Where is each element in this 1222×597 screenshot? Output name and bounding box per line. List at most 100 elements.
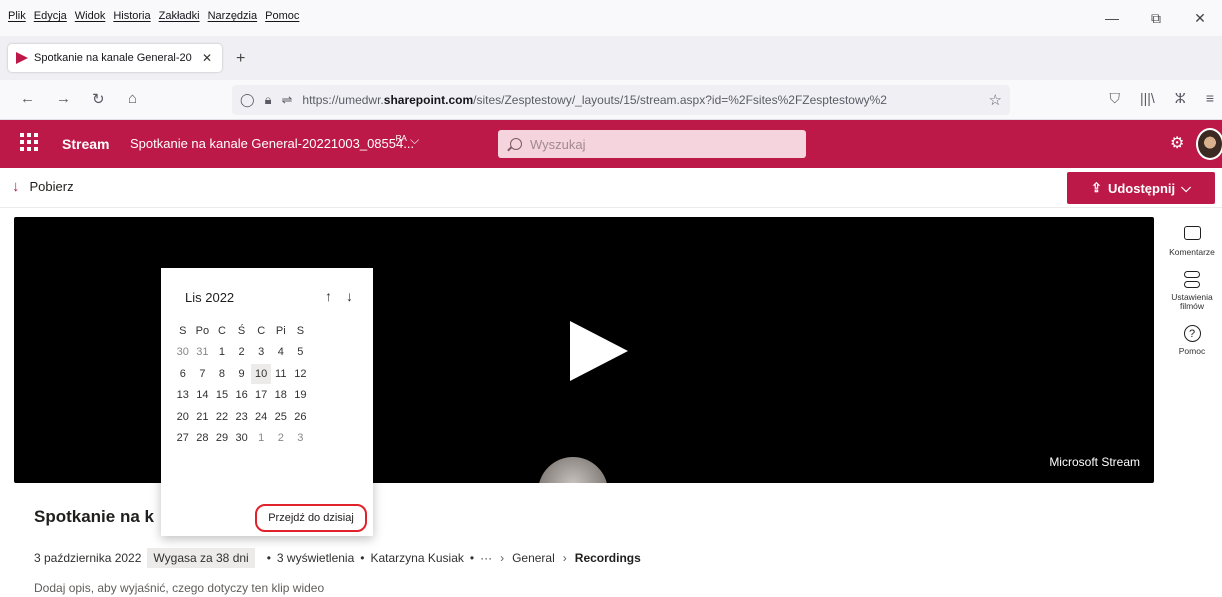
calendar-navigation: ↑ ↓	[325, 288, 353, 304]
browser-tab[interactable]: Spotkanie na kanale General-20 ✕	[8, 44, 222, 72]
extension-icon[interactable]: ⵣ	[1175, 90, 1186, 107]
hamburger-menu-icon[interactable]: ≡	[1206, 90, 1214, 107]
video-metadata: 3 października 2022 Wygasa za 38 dni • 3…	[34, 548, 641, 568]
calendar-day[interactable]: 6	[173, 368, 193, 380]
more-options-icon[interactable]: ···	[480, 551, 492, 565]
expiry-badge[interactable]: Wygasa za 38 dni	[147, 548, 255, 568]
menu-item-bookmarks[interactable]: Zakładki	[159, 10, 200, 22]
page-title: Spotkanie na k	[34, 507, 154, 526]
lock-icon[interactable]: 🔒︎	[265, 92, 272, 108]
view-count: 3 wyświetlenia	[276, 551, 355, 565]
calendar-day[interactable]: 28	[193, 432, 213, 444]
calendar-day[interactable]: 9	[232, 368, 252, 380]
video-watermark: Microsoft Stream	[1049, 455, 1140, 469]
back-icon[interactable]: ←	[20, 90, 35, 107]
download-button[interactable]: ↓ Pobierz	[12, 178, 74, 195]
help-button[interactable]: ? Pomoc	[1162, 325, 1222, 356]
calendar-day[interactable]: 12	[291, 368, 311, 380]
tab-close-icon[interactable]: ✕	[200, 51, 214, 65]
comment-icon	[1183, 226, 1201, 240]
help-icon: ?	[1183, 325, 1201, 342]
calendar-day[interactable]: 21	[193, 411, 213, 423]
download-label: Pobierz	[29, 179, 74, 194]
calendar-day[interactable]: 20	[173, 411, 193, 423]
shield-icon[interactable]: ◯	[240, 92, 255, 108]
app-launcher-icon[interactable]	[20, 133, 38, 151]
calendar-day[interactable]: 1	[212, 346, 232, 358]
calendar-day[interactable]: 25	[271, 411, 291, 423]
calendar-day-today[interactable]: 10	[251, 363, 271, 384]
share-label: Udostępnij	[1107, 180, 1176, 196]
calendar-day[interactable]: 13	[173, 389, 193, 401]
bookmark-star-icon[interactable]: ☆	[989, 91, 1002, 109]
permissions-icon[interactable]: ⇌	[281, 92, 292, 108]
next-month-icon[interactable]: ↓	[346, 288, 353, 304]
pocket-icon[interactable]: ⛉	[1109, 90, 1120, 107]
calendar-day[interactable]: 3	[291, 432, 311, 444]
chevron-right-icon: ›	[562, 551, 567, 565]
weekday-label: S	[179, 324, 187, 337]
menu-item-edit[interactable]: Edycja	[34, 10, 67, 22]
play-icon[interactable]	[570, 321, 628, 381]
calendar-day[interactable]: 1	[251, 432, 271, 444]
weekday-label: C	[218, 324, 226, 337]
calendar-day[interactable]: 17	[251, 389, 271, 401]
calendar-day[interactable]: 5	[291, 346, 311, 358]
calendar-day[interactable]: 23	[232, 411, 252, 423]
description-placeholder[interactable]: Dodaj opis, aby wyjaśnić, czego dotyczy …	[34, 581, 324, 595]
menu-item-view[interactable]: Widok	[75, 10, 106, 22]
forward-icon[interactable]: →	[56, 90, 71, 107]
share-button[interactable]: ⇪ Udostępnij ⌵	[1067, 172, 1215, 204]
previous-month-icon[interactable]: ↑	[325, 288, 332, 304]
calendar-day[interactable]: 16	[232, 389, 252, 401]
calendar-day[interactable]: 18	[271, 389, 291, 401]
calendar-day[interactable]: 15	[212, 389, 232, 401]
breadcrumb-recordings[interactable]: Recordings	[575, 551, 641, 565]
calendar-day[interactable]: 7	[193, 368, 213, 380]
permissions-dropdown-icon[interactable]: ᴿᴬ ⌵	[396, 133, 419, 148]
calendar-day[interactable]: 3	[251, 346, 271, 358]
search-input[interactable]	[530, 136, 780, 152]
comments-button[interactable]: Komentarze	[1162, 226, 1222, 257]
calendar-day[interactable]: 11	[271, 368, 291, 380]
breadcrumb-general[interactable]: General	[512, 551, 555, 565]
calendar-month-label[interactable]: Lis 2022	[185, 290, 234, 305]
reload-icon[interactable]: ↻	[92, 90, 105, 108]
go-to-today-button[interactable]: Przejdź do dzisiaj	[255, 504, 367, 532]
menu-item-history[interactable]: Historia	[113, 10, 150, 22]
calendar-day[interactable]: 30	[173, 346, 193, 358]
calendar-day[interactable]: 30	[232, 432, 252, 444]
calendar-day[interactable]: 8	[212, 368, 232, 380]
menu-item-help[interactable]: Pomoc	[265, 10, 299, 22]
restore-button[interactable]: ⧉	[1134, 10, 1178, 27]
calendar-day[interactable]: 22	[212, 411, 232, 423]
calendar-day[interactable]: 27	[173, 432, 193, 444]
library-icon[interactable]: |||\	[1140, 90, 1155, 107]
calendar-day[interactable]: 19	[291, 389, 311, 401]
url-bar[interactable]: ◯ 🔒︎ ⇌ https://umedwr.sharepoint.com/sit…	[232, 85, 1010, 115]
video-date[interactable]: 3 października 2022	[34, 551, 141, 565]
video-settings-button[interactable]: Ustawienia filmów	[1162, 271, 1222, 311]
gear-icon[interactable]: ⚙	[1170, 133, 1184, 153]
calendar-day[interactable]: 26	[291, 411, 311, 423]
url-text[interactable]: https://umedwr.sharepoint.com/sites/Zesp…	[302, 93, 988, 107]
video-settings-label: Ustawienia filmów	[1171, 292, 1213, 311]
minimize-button[interactable]: —	[1090, 10, 1134, 27]
author-name[interactable]: Katarzyna Kusiak	[370, 551, 463, 565]
menu-item-file[interactable]: Plik	[8, 10, 26, 22]
calendar-day[interactable]: 14	[193, 389, 213, 401]
stream-brand[interactable]: Stream	[62, 136, 109, 152]
home-icon[interactable]: ⌂	[128, 90, 137, 107]
calendar-day[interactable]: 4	[271, 346, 291, 358]
calendar-day[interactable]: 2	[271, 432, 291, 444]
calendar-day[interactable]: 24	[251, 411, 271, 423]
avatar[interactable]	[1196, 128, 1222, 160]
calendar-day[interactable]: 29	[212, 432, 232, 444]
menu-item-tools[interactable]: Narzędzia	[208, 10, 258, 22]
search-box[interactable]	[498, 130, 806, 158]
weekday-label: Po	[195, 324, 210, 337]
calendar-day[interactable]: 2	[232, 346, 252, 358]
calendar-day[interactable]: 31	[193, 346, 213, 358]
new-tab-button[interactable]: +	[236, 50, 245, 68]
close-window-button[interactable]: ✕	[1178, 10, 1222, 27]
